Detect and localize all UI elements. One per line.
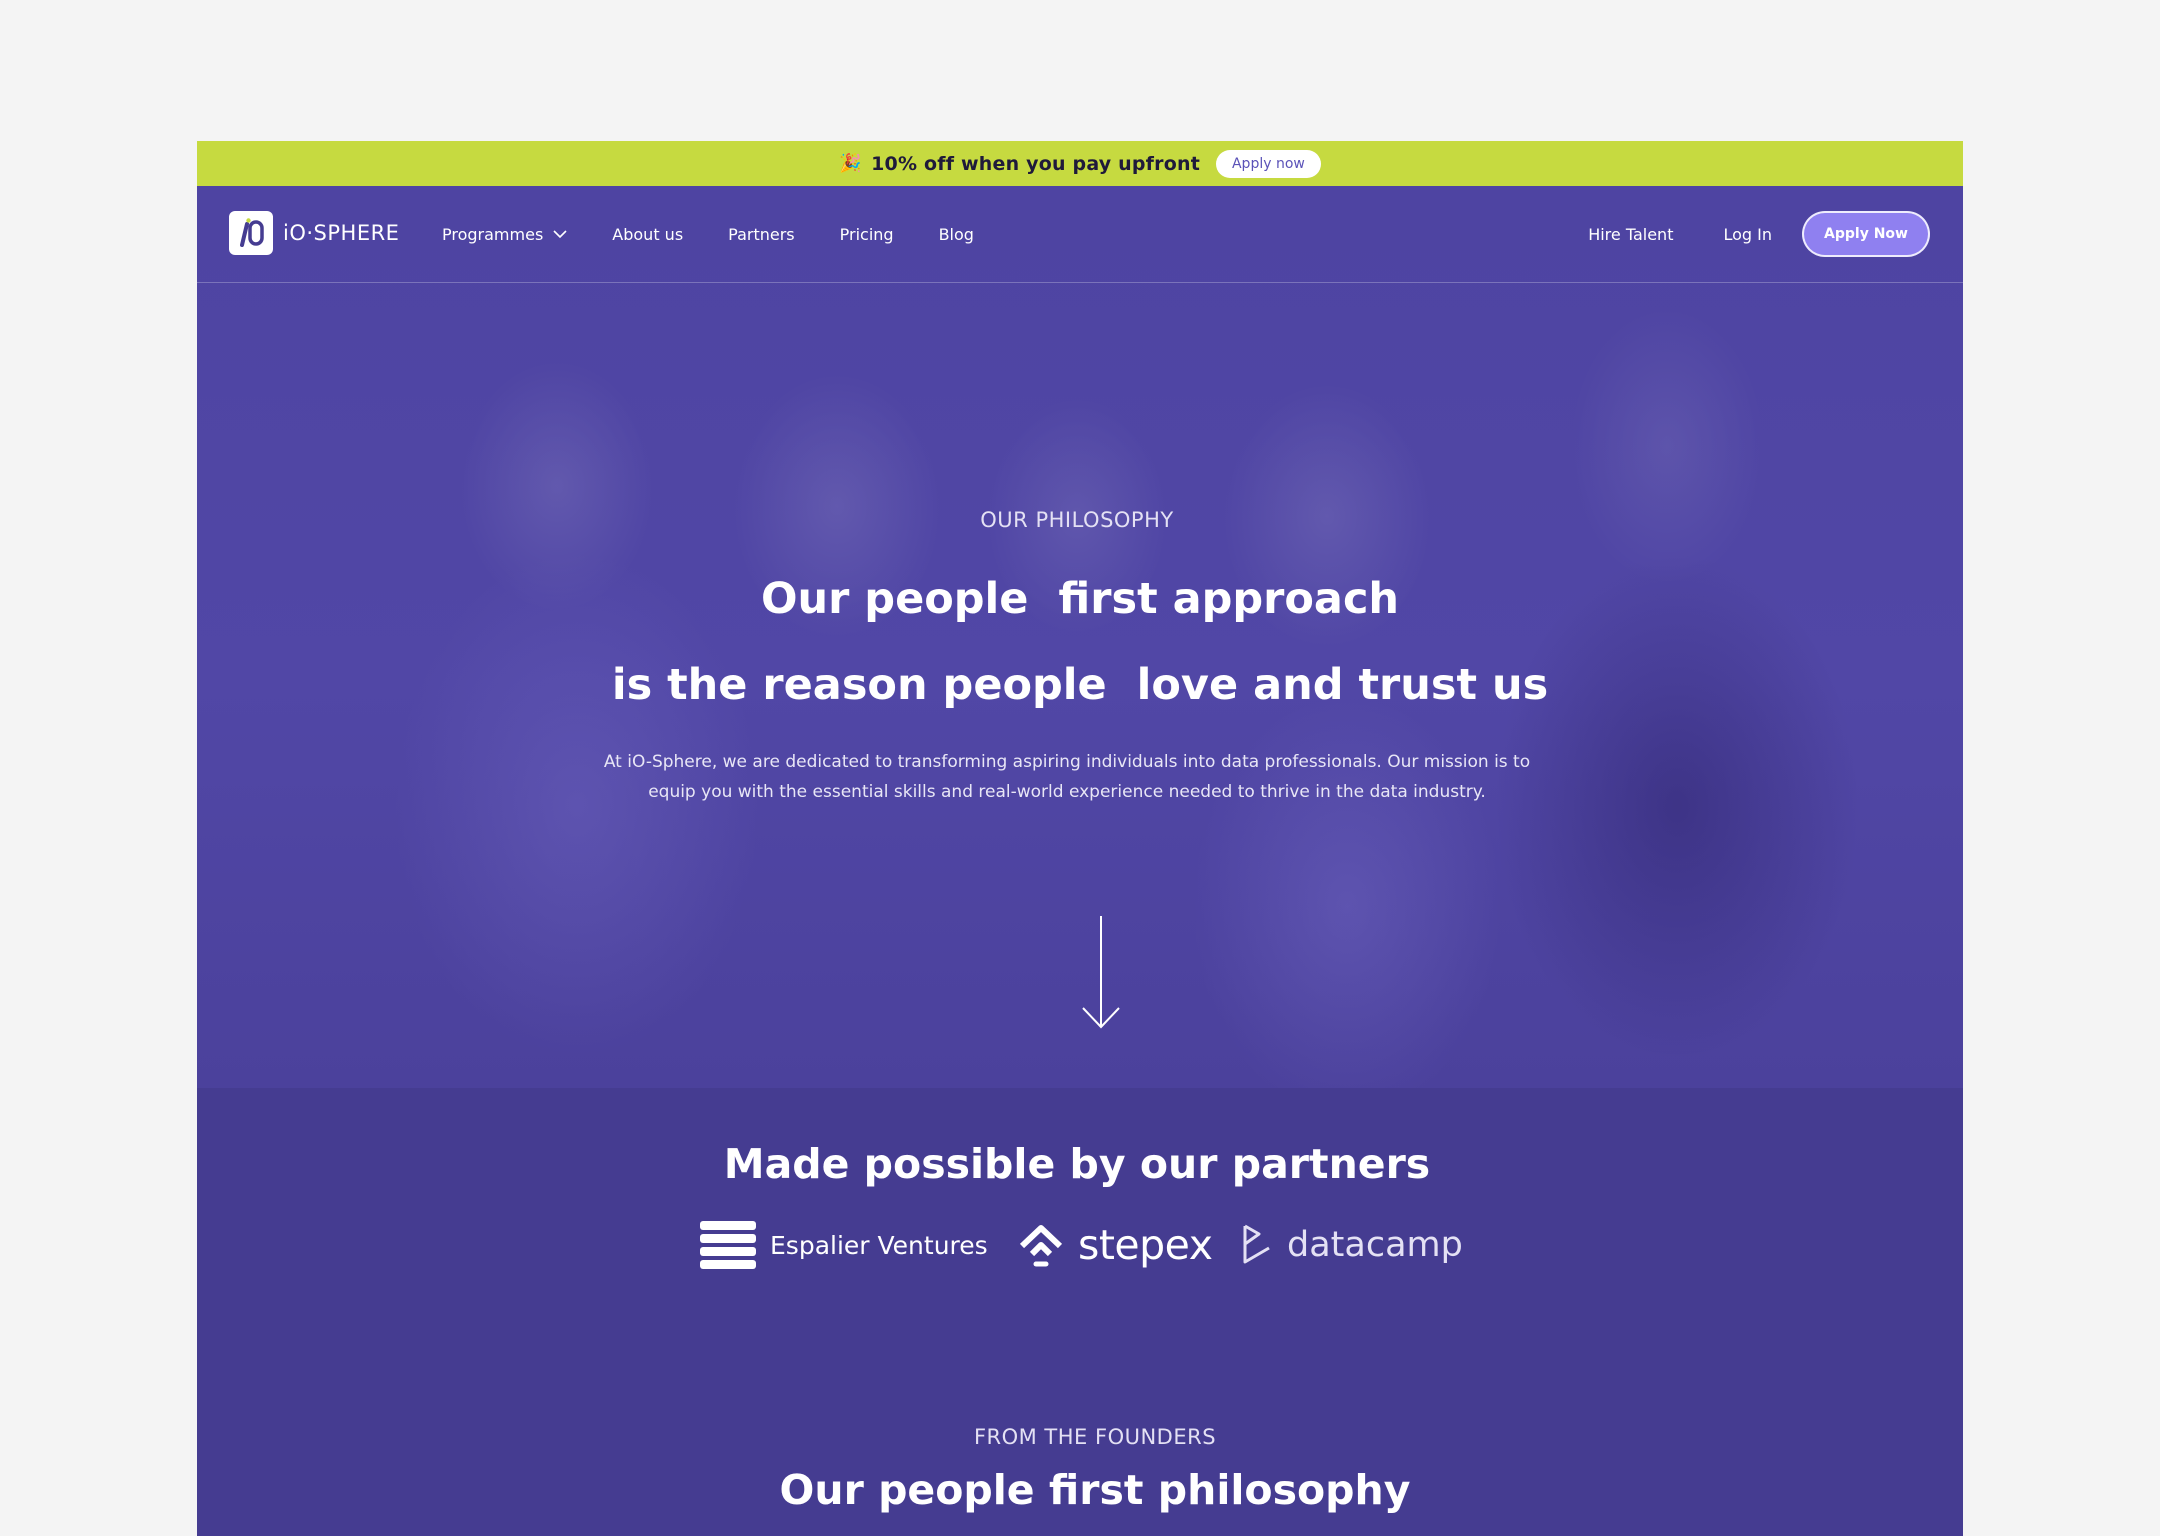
partner-espalier-ventures[interactable]: Espalier Ventures — [698, 1215, 988, 1275]
stepex-chevron-icon — [1019, 1225, 1063, 1267]
founders-eyebrow: FROM THE FOUNDERS — [973, 1425, 1217, 1449]
io-logo-icon — [229, 211, 273, 255]
partner-datacamp[interactable]: datacamp — [1239, 1215, 1463, 1275]
promo-banner: 🎉 10% off when you pay upfront Apply now — [197, 141, 1963, 186]
nav-about-us[interactable]: About us — [612, 225, 683, 244]
hero-headline-line1: Our people first approach — [760, 574, 1400, 624]
nav-programmes-label: Programmes — [442, 224, 544, 244]
arrow-down-icon[interactable] — [1079, 914, 1123, 1032]
apply-now-button[interactable]: Apply Now — [1802, 211, 1930, 257]
hero-headline-line2: is the reason people love and trust us — [611, 660, 1549, 710]
nav-programmes[interactable]: Programmes — [442, 225, 567, 244]
logo-wordmark: iO·SPHERE — [283, 221, 400, 245]
datacamp-name: datacamp — [1287, 1225, 1463, 1265]
log-in-link[interactable]: Log In — [1723, 225, 1772, 244]
datacamp-mark-icon — [1243, 1224, 1270, 1264]
hero-description-line1: At iO-Sphere, we are dedicated to transf… — [603, 752, 1531, 772]
hero-description: At iO-Sphere, we are dedicated to transf… — [577, 747, 1557, 807]
hero-section: iO·SPHERE Programmes About us Partners P… — [197, 186, 1963, 1088]
promo-apply-button[interactable]: Apply now — [1215, 149, 1321, 178]
promo-text: 10% off when you pay upfront — [871, 152, 1200, 175]
espalier-stripes-icon — [700, 1221, 756, 1269]
partner-logos: Espalier Ventures stepex datacamp — [0, 1215, 2160, 1275]
stepex-name: stepex — [1078, 1221, 1213, 1269]
espalier-ventures-name: Espalier Ventures — [770, 1230, 988, 1260]
founders-title: Our people first philosophy — [779, 1466, 1411, 1514]
website-frame: 🎉 10% off when you pay upfront Apply now… — [197, 141, 1963, 1536]
nav-blog[interactable]: Blog — [939, 225, 974, 244]
philosophy-eyebrow: OUR PHILOSOPHY — [980, 508, 1174, 532]
partner-stepex[interactable]: stepex — [1016, 1215, 1213, 1275]
hire-talent-link[interactable]: Hire Talent — [1588, 225, 1673, 244]
nav-partners[interactable]: Partners — [728, 225, 794, 244]
party-popper-icon: 🎉 — [839, 153, 862, 173]
main-navigation: iO·SPHERE Programmes About us Partners P… — [197, 186, 1963, 283]
nav-links: Programmes About us Partners Pricing Blo… — [442, 186, 974, 282]
chevron-down-icon — [553, 229, 567, 238]
hero-description-line2: equip you with the essential skills and … — [648, 782, 1486, 802]
site-logo[interactable]: iO·SPHERE — [229, 211, 399, 255]
nav-pricing[interactable]: Pricing — [840, 225, 894, 244]
partners-title: Made possible by our partners — [723, 1140, 1431, 1188]
nav-actions: Hire Talent Log In Apply Now — [1588, 186, 1930, 282]
